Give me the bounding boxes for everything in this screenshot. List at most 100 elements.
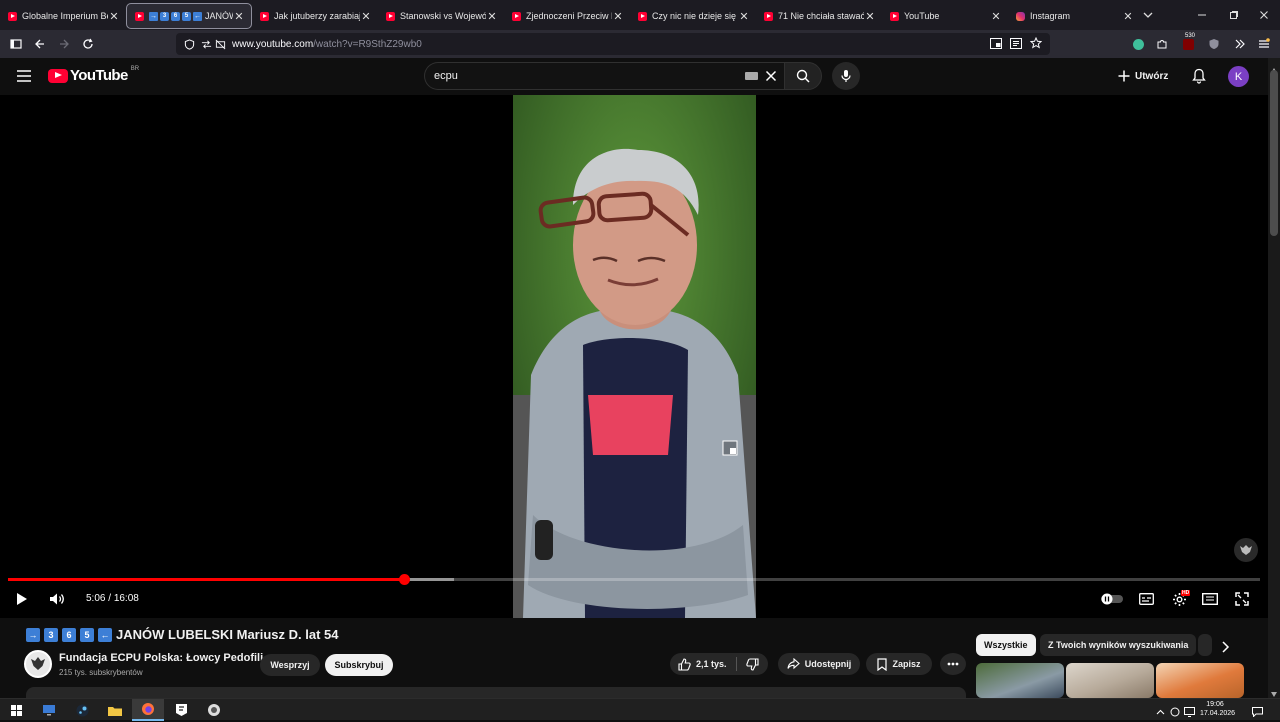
overflow-chevrons-icon[interactable] — [1228, 32, 1252, 56]
browser-tab[interactable]: Czy nic nie dzieje się przy ✕ — [630, 3, 756, 29]
epic-games-icon[interactable] — [165, 699, 197, 721]
recommended-video-thumbnail[interactable] — [976, 663, 1064, 698]
close-tab-icon[interactable]: ✕ — [486, 10, 498, 23]
browser-tab[interactable]: Jak jutuberzy zarabiają n ✕ — [252, 3, 378, 29]
current-time: 5:06 — [86, 593, 106, 604]
browser-tab[interactable]: Zjednoczeni Przeciw Ras ✕ — [504, 3, 630, 29]
save-button[interactable]: Zapisz — [866, 653, 932, 675]
search-input[interactable]: ecpu — [424, 62, 786, 90]
keyboard-icon[interactable] — [745, 72, 758, 80]
browser-tab[interactable]: YouTube ✕ — [882, 3, 1008, 29]
more-actions-button[interactable] — [940, 653, 966, 675]
restore-window-icon[interactable] — [1218, 0, 1250, 30]
shield-icon[interactable] — [184, 38, 195, 50]
network-icon[interactable] — [1184, 704, 1195, 722]
taskbar-clock[interactable]: 19:06 17.04.2026 — [1200, 700, 1235, 718]
close-tab-icon[interactable]: ✕ — [360, 10, 372, 23]
channel-watermark-icon[interactable] — [1234, 538, 1258, 562]
create-button[interactable]: Utwórz — [1118, 66, 1168, 86]
subtitles-button[interactable] — [1136, 591, 1156, 607]
browser-tab[interactable]: Stanowski vs Wojewódzk ✕ — [378, 3, 504, 29]
notification-center-icon[interactable] — [1252, 704, 1263, 722]
theater-mode-button[interactable] — [1200, 591, 1220, 607]
forward-arrow-icon[interactable] — [52, 32, 76, 56]
autoplay-toggle[interactable] — [1100, 591, 1124, 607]
play-button[interactable] — [12, 591, 32, 607]
back-arrow-icon[interactable] — [28, 32, 52, 56]
scrubber-handle[interactable] — [398, 574, 410, 585]
video-player[interactable]: 5:06 / 16:08 HD — [0, 95, 1268, 618]
mute-button[interactable] — [46, 591, 68, 607]
chip-from-search[interactable]: Z Twoich wyników wyszukiwania — [1040, 634, 1197, 656]
fullscreen-button[interactable] — [1232, 591, 1252, 607]
url-text[interactable]: www.youtube.com/watch?v=R9SthZ29wb0 — [232, 39, 422, 50]
tracking-blocked-icon[interactable] — [215, 39, 226, 50]
voice-search-button[interactable] — [832, 62, 860, 90]
chips-next-chevron-icon[interactable] — [1220, 640, 1230, 658]
close-window-icon[interactable] — [1248, 0, 1280, 30]
ublock-extension-icon[interactable]: 530 — [1176, 32, 1200, 56]
close-tab-icon[interactable]: ✕ — [233, 10, 245, 23]
browser-tab[interactable]: 71 Nie chciała stawać (M ✕ — [756, 3, 882, 29]
tab-title: Globalne Imperium Bezk — [22, 11, 108, 21]
close-tab-icon[interactable]: ✕ — [738, 10, 750, 23]
close-tab-icon[interactable]: ✕ — [990, 10, 1002, 23]
browser-tab[interactable]: Instagram ✕ — [1008, 3, 1140, 29]
join-button[interactable]: Wesprzyj — [260, 654, 320, 676]
description-box[interactable] — [26, 687, 966, 698]
reload-icon[interactable] — [76, 32, 100, 56]
tray-chevron-up-icon[interactable] — [1156, 704, 1165, 722]
bookmark-star-icon[interactable] — [1030, 37, 1042, 49]
firefox-icon[interactable] — [132, 699, 164, 721]
extension-globe-icon[interactable] — [1126, 32, 1150, 56]
monitor-app-icon[interactable] — [33, 699, 65, 721]
clear-search-icon[interactable] — [765, 70, 777, 82]
browser-tab[interactable]: Globalne Imperium Bezk ✕ — [0, 3, 126, 29]
subscribe-button[interactable]: Subskrybuj — [325, 654, 393, 676]
keycap-icon: 3 — [44, 627, 58, 642]
chip-all[interactable]: Wszystkie — [976, 634, 1036, 656]
file-explorer-icon[interactable] — [99, 699, 131, 721]
browser-tab-active[interactable]: → 3 6 5 ← JANÓW ✕ — [126, 3, 252, 29]
notifications-bell-icon[interactable] — [1192, 68, 1206, 89]
sidebar-toggle-icon[interactable] — [4, 32, 28, 56]
video-frame[interactable] — [513, 95, 756, 618]
permissions-icon[interactable] — [201, 39, 212, 50]
close-tab-icon[interactable]: ✕ — [864, 10, 876, 23]
share-button[interactable]: Udostępnij — [778, 653, 860, 675]
scrollbar-thumb[interactable] — [1270, 70, 1278, 236]
progress-bar[interactable] — [8, 574, 1260, 585]
like-count: 2,1 tys. — [696, 659, 727, 669]
tray-app-icon[interactable] — [1170, 704, 1180, 722]
channel-avatar[interactable] — [24, 650, 52, 678]
thumbs-up-icon — [678, 657, 691, 671]
like-button[interactable]: 2,1 tys. — [678, 657, 727, 671]
shield-extension-icon[interactable] — [1202, 32, 1226, 56]
channel-name[interactable]: Fundacja ECPU Polska: Łowcy Pedofili — [59, 652, 263, 664]
app-menu-icon[interactable] — [1252, 32, 1276, 56]
dislike-button[interactable] — [746, 658, 759, 671]
pip-overlay-icon[interactable] — [722, 440, 738, 456]
guide-menu-icon[interactable] — [16, 69, 32, 88]
minimize-window-icon[interactable] — [1186, 0, 1218, 30]
start-windows-icon[interactable] — [0, 699, 32, 721]
close-tab-icon[interactable]: ✕ — [612, 10, 624, 23]
close-tab-icon[interactable]: ✕ — [108, 10, 120, 23]
reader-view-icon[interactable] — [1010, 38, 1022, 49]
picture-in-picture-icon[interactable] — [990, 38, 1002, 49]
recommended-video-thumbnail[interactable] — [1156, 663, 1244, 698]
page-scrollbar[interactable] — [1268, 58, 1280, 698]
recommended-video-thumbnail[interactable] — [1066, 663, 1154, 698]
join-label: Wesprzyj — [270, 660, 310, 670]
tab-list-chevron-icon[interactable] — [1132, 0, 1164, 30]
settings-button[interactable]: HD — [1168, 589, 1191, 609]
keycap-icon: 5 — [182, 11, 191, 21]
search-button[interactable] — [784, 62, 822, 90]
extensions-puzzle-icon[interactable] — [1150, 32, 1174, 56]
chip-partial[interactable] — [1198, 634, 1212, 656]
steam-icon[interactable] — [66, 699, 98, 721]
address-bar[interactable]: www.youtube.com/watch?v=R9SthZ29wb0 — [176, 33, 1050, 55]
account-avatar[interactable]: K — [1228, 66, 1249, 87]
youtube-logo[interactable]: YouTube BR — [48, 66, 139, 84]
obs-studio-icon[interactable] — [198, 699, 230, 721]
